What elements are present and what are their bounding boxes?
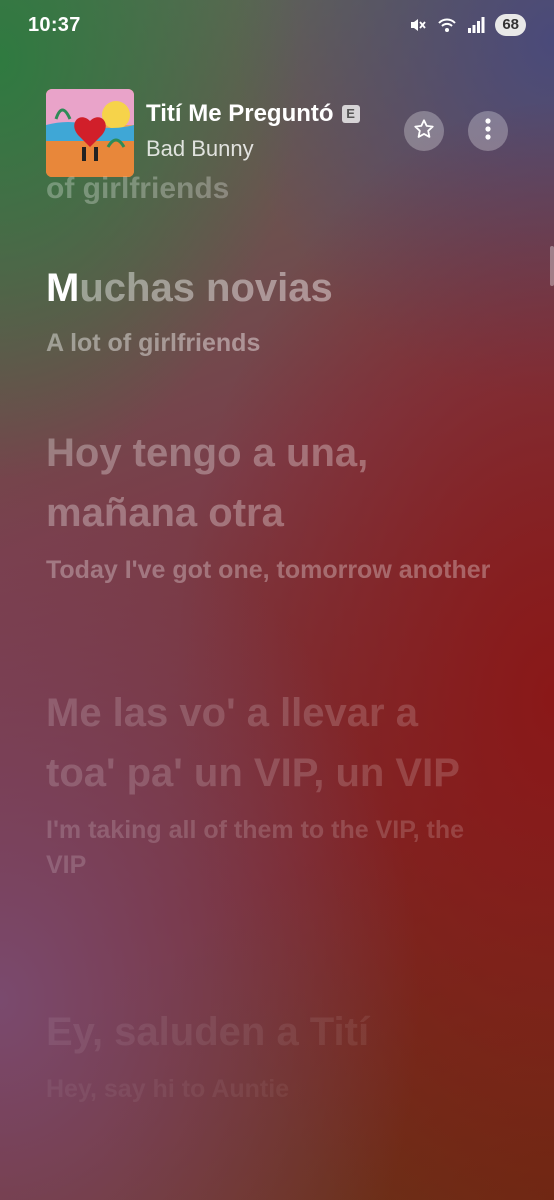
more-options-button[interactable] [468,111,508,151]
lyric-translation: Hey, say hi to Auntie [46,1075,290,1103]
album-artwork[interactable] [46,89,134,177]
lyric-original: Ey, saluden a Tití [46,1010,370,1054]
status-bar: 10:37 68 [0,0,554,52]
lyric-original: Me las vo' a llevar a toa' pa' un VIP, u… [46,691,460,795]
scrollbar[interactable] [550,246,554,286]
mute-icon [409,16,427,34]
lyric-translation: Today I've got one, tomorrow another [46,556,491,584]
lyric-line-current[interactable]: Muchas novias A lot of girlfriends [46,258,496,361]
lyric-unsung-portion: uchas novias [79,266,333,310]
battery-indicator: 68 [495,14,526,36]
lyric-original: Muchas novias [46,258,496,318]
star-icon [413,118,435,145]
lyric-translation: I'm taking all of them to the VIP, the V… [46,816,465,879]
lyric-sung-portion: M [46,266,80,310]
lyric-translation: A lot of girlfriends [46,329,261,357]
now-playing-header: Tití Me Preguntó E Bad Bunny [0,86,554,177]
lyric-line[interactable]: Hoy tengo a una, mañana otra Today I've … [46,423,496,588]
track-info: Tití Me Preguntó E Bad Bunny [146,100,360,162]
artist-name[interactable]: Bad Bunny [146,136,360,162]
status-time: 10:37 [28,14,81,36]
favorite-button[interactable] [404,111,444,151]
wifi-icon [437,16,457,34]
lyric-previous-tail: of girlfriends [46,172,230,205]
status-icons: 68 [409,14,526,36]
lyric-line[interactable]: Me las vo' a llevar a toa' pa' un VIP, u… [46,683,496,883]
lyric-original: Hoy tengo a una, mañana otra [46,431,369,535]
track-title[interactable]: Tití Me Preguntó [146,100,334,128]
more-vertical-icon [485,117,491,145]
explicit-badge: E [341,105,360,123]
lyric-line[interactable]: Ey, saluden a Tití Hey, say hi to Auntie [46,1002,496,1107]
signal-icon [467,17,485,33]
